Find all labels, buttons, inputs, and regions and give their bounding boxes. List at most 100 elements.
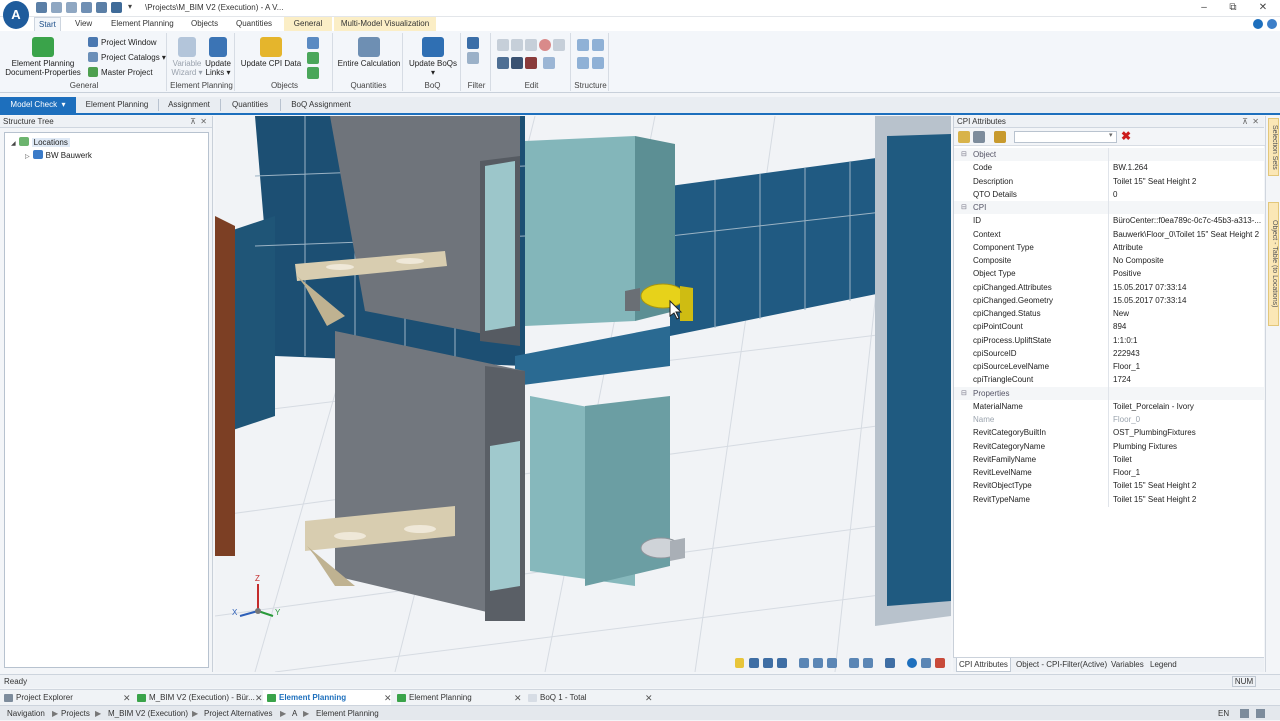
update-boqs-button[interactable]: Update BoQs ▾ <box>407 37 459 77</box>
breadcrumb-projects[interactable]: Projects <box>61 706 90 721</box>
doc-tab-element-planning[interactable]: Element Planning <box>393 690 519 706</box>
collapse-down-icon[interactable] <box>592 39 604 51</box>
3d-model-scene[interactable] <box>215 116 951 672</box>
collapse-toggle-icon[interactable]: ⊟ <box>961 387 967 400</box>
property-row[interactable]: RevitTypeName Toilet 15" Seat Height 2 <box>954 493 1265 506</box>
tab-legend[interactable]: Legend <box>1150 660 1177 669</box>
3d-viewport[interactable]: Z Y X <box>215 116 951 672</box>
expand-toggle-icon[interactable]: ▷ <box>25 154 30 160</box>
light-bulb-icon[interactable] <box>735 658 744 668</box>
expand-down-icon[interactable] <box>577 39 589 51</box>
property-row[interactable]: MaterialName Toilet_Porcelain - Ivory <box>954 400 1265 413</box>
close-button[interactable]: ✕ <box>1249 1 1277 15</box>
clear-filter-icon[interactable]: ✖ <box>1121 129 1131 143</box>
breadcrumb-alternatives[interactable]: Project Alternatives <box>204 706 272 721</box>
find-replace-icon[interactable] <box>525 57 537 69</box>
filter-icon[interactable] <box>467 37 479 49</box>
property-row[interactable]: cpiProcess.UpliftState 1:1:0:1 <box>954 334 1265 347</box>
property-row[interactable]: RevitLevelName Floor_1 <box>954 466 1265 479</box>
side-tab-object-table[interactable]: Object - Table (to Locations) <box>1268 202 1279 326</box>
binoculars-icon[interactable] <box>511 57 523 69</box>
close-tab-icon[interactable]: ✕ <box>255 690 263 706</box>
refresh-icon[interactable] <box>81 2 92 13</box>
property-row[interactable]: RevitFamilyName Toilet <box>954 453 1265 466</box>
tab-variables[interactable]: Variables <box>1111 660 1144 669</box>
section-icon[interactable] <box>777 658 787 668</box>
element-planning-document-properties-button[interactable]: Element Planning Document-Properties <box>4 37 82 77</box>
doc-tab-m-bim[interactable]: M_BIM V2 (Execution) - Bür... <box>133 690 258 706</box>
paste-icon[interactable] <box>525 39 537 51</box>
property-row[interactable]: cpiSourceID 222943 <box>954 347 1265 360</box>
pin-icon[interactable]: ⊼ <box>190 116 196 128</box>
cpi-search-input[interactable] <box>1014 131 1117 143</box>
project-window-button[interactable]: Project Window <box>88 37 157 49</box>
refresh-objects-icon[interactable] <box>307 67 319 79</box>
property-row[interactable]: Object Type Positive <box>954 267 1265 280</box>
property-row[interactable]: cpiTriangleCount 1724 <box>954 373 1265 386</box>
breadcrumb-alternative-a[interactable]: A <box>292 706 297 721</box>
close-tab-icon[interactable]: ✕ <box>514 690 522 706</box>
camera-icon[interactable] <box>921 658 931 668</box>
view-top-icon[interactable] <box>827 658 837 668</box>
doc-tab-element-planning-active[interactable]: Element Planning <box>263 690 391 706</box>
property-row[interactable]: Context Bauwerk\Floor_0\Toilet 15" Seat H… <box>954 228 1265 241</box>
expand-toggle-icon[interactable]: ◢ <box>11 141 16 147</box>
tools-icon[interactable] <box>96 2 107 13</box>
close-tab-icon[interactable]: ✕ <box>123 690 131 706</box>
filter-clear-icon[interactable] <box>467 52 479 64</box>
globe-icon[interactable] <box>111 2 122 13</box>
collapse-up-icon[interactable] <box>592 57 604 69</box>
view-iso-icon[interactable] <box>863 658 873 668</box>
update-links-button[interactable]: Update Links ▾ <box>203 37 233 77</box>
language-indicator[interactable]: EN <box>1218 706 1229 721</box>
tray-icon[interactable] <box>1256 709 1265 718</box>
expand-up-icon[interactable] <box>577 57 589 69</box>
property-row[interactable]: Description Toilet 15" Seat Height 2 <box>954 175 1265 188</box>
property-row[interactable]: cpiChanged.Attributes 15.05.2017 07:33:14 <box>954 281 1265 294</box>
property-row[interactable]: Composite No Composite <box>954 254 1265 267</box>
categorized-icon[interactable] <box>958 131 970 143</box>
globe-view-icon[interactable] <box>907 658 917 668</box>
view-front-icon[interactable] <box>799 658 809 668</box>
tab-object-cpi-filter[interactable]: Object - CPI-Filter(Active) <box>1016 660 1107 669</box>
sort-alpha-icon[interactable] <box>973 131 985 143</box>
undo-icon[interactable] <box>51 2 62 13</box>
property-row[interactable]: cpiPointCount 894 <box>954 320 1265 333</box>
save-icon[interactable] <box>36 2 47 13</box>
property-row[interactable]: Name Floor_0 <box>954 413 1265 426</box>
variable-wizard-button[interactable]: Variable Wizard ▾ <box>171 37 203 77</box>
section-properties[interactable]: ⊟ Properties <box>954 386 1265 400</box>
copy-icon[interactable] <box>511 39 523 51</box>
close-tab-icon[interactable]: ✕ <box>645 690 653 706</box>
workflow-step-quantities[interactable]: Quantities <box>223 97 277 113</box>
close-tab-icon[interactable]: ✕ <box>384 690 392 706</box>
property-row[interactable]: Code BW.1.264 <box>954 161 1265 174</box>
side-tab-selection-sets[interactable]: Selection Sets <box>1268 118 1279 176</box>
doc-tab-boq-total[interactable]: BoQ 1 - Total <box>524 690 648 706</box>
close-icon[interactable]: ✕ <box>1252 116 1259 128</box>
keyboard-icon[interactable] <box>1240 709 1249 718</box>
property-row[interactable]: cpiSourceLevelName Floor_1 <box>954 360 1265 373</box>
delete-icon[interactable] <box>539 39 551 51</box>
tab-multi-model-visualization[interactable]: Multi-Model Visualization <box>334 17 436 31</box>
edit-objects-icon[interactable] <box>307 37 319 49</box>
view-iso-icon[interactable] <box>849 658 859 668</box>
grid-icon[interactable] <box>885 658 895 668</box>
find-icon[interactable] <box>497 57 509 69</box>
tab-element-planning[interactable]: Element Planning <box>107 17 178 31</box>
update-cpi-data-button[interactable]: Update CPI Data <box>239 37 303 68</box>
minimize-button[interactable]: – <box>1190 1 1218 15</box>
qat-dropdown-icon[interactable]: ▾ <box>128 2 132 11</box>
measure-icon[interactable] <box>935 658 945 668</box>
tree-item-locations[interactable]: ◢ Locations <box>11 137 70 148</box>
property-row[interactable]: RevitCategoryBuiltIn OST_PlumbingFixtures <box>954 426 1265 439</box>
filter-attributes-icon[interactable] <box>994 131 1006 143</box>
tab-cpi-attributes[interactable]: CPI Attributes <box>956 658 1011 672</box>
tree-item-bw-bauwerk[interactable]: ▷ BW Bauwerk <box>25 150 92 161</box>
workflow-step-boq-assignment[interactable]: BoQ Assignment <box>283 97 359 113</box>
workflow-step-model-check[interactable]: Model Check ▾ <box>0 97 76 113</box>
cut-icon[interactable] <box>497 39 509 51</box>
column-splitter[interactable] <box>1108 148 1109 507</box>
property-row[interactable]: Component Type Attribute <box>954 241 1265 254</box>
tab-start[interactable]: Start <box>34 17 61 31</box>
